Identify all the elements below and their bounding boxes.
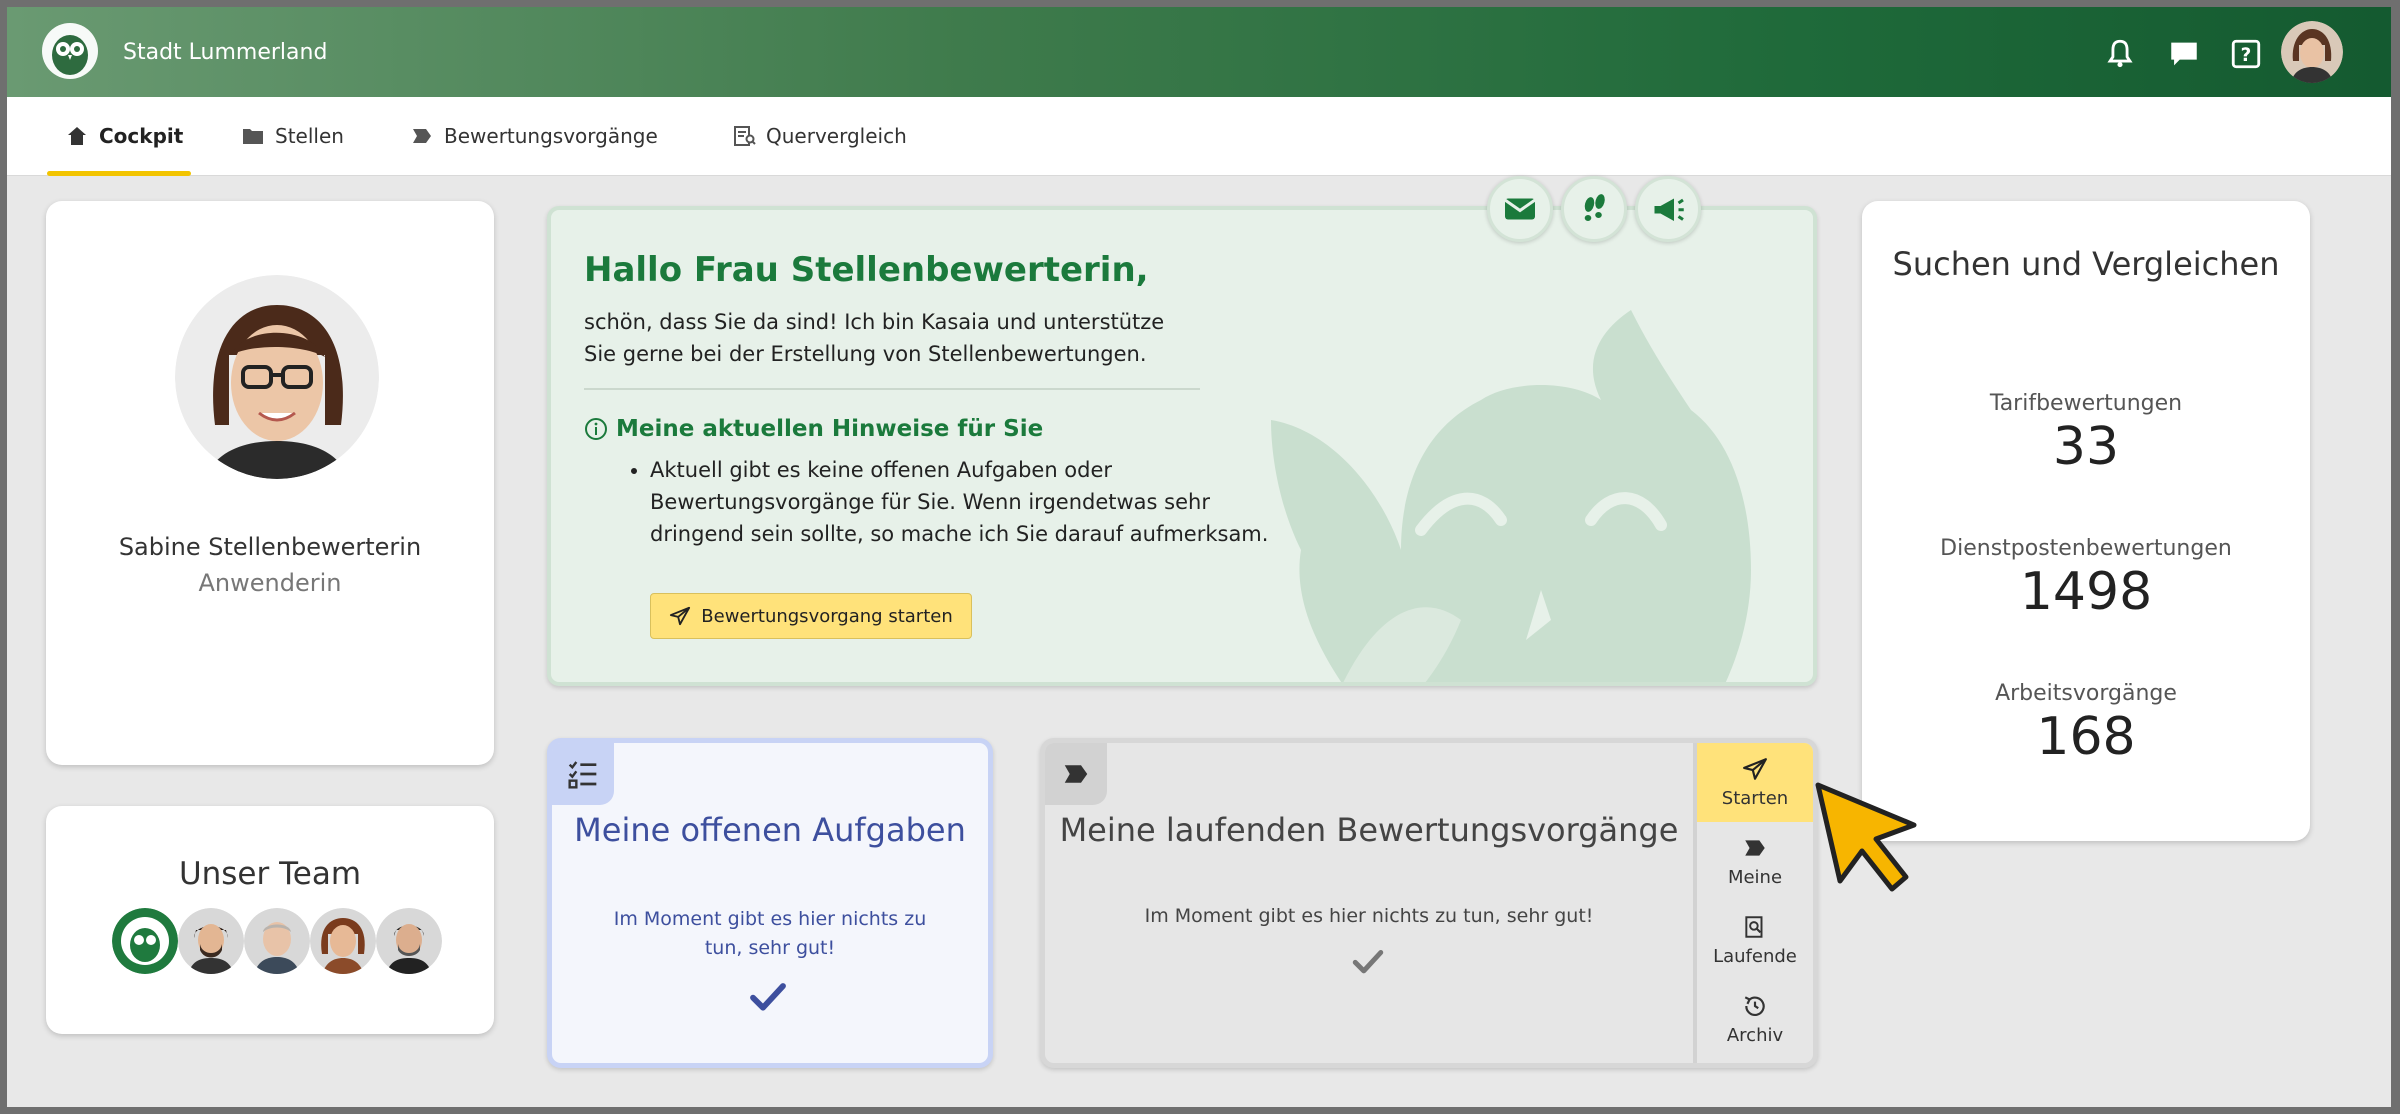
process-icon (413, 129, 431, 143)
info-icon (585, 418, 607, 440)
team-member-avatar[interactable] (178, 908, 244, 974)
team-member-avatar[interactable] (376, 908, 442, 974)
search-doc-icon (1745, 916, 1763, 938)
running-title: Meine laufenden Bewertungsvorgänge (1059, 811, 1679, 849)
start-process-label: Bewertungsvorgang starten (701, 605, 953, 627)
running-icon-box (1045, 743, 1107, 805)
home-icon (68, 127, 86, 145)
stat-label-arbeitsvorgaenge: Arbeitsvorgänge (1995, 681, 2177, 706)
tasks-icon-box (552, 743, 614, 805)
tasks-title: Meine offenen Aufgaben (574, 811, 966, 849)
side-item-archiv[interactable]: Archiv (1697, 980, 1813, 1059)
team-member-avatar[interactable] (244, 908, 310, 974)
side-item-meine[interactable]: Meine (1697, 822, 1813, 901)
running-text: Im Moment gibt es hier nichts zu tun, se… (1144, 905, 1594, 927)
send-icon (670, 606, 691, 626)
hint-item: Aktuell gibt es keine offenen Aufgaben o… (650, 454, 1290, 550)
user-avatar[interactable] (2281, 21, 2343, 83)
stat-label-tarifbewertungen: Tarifbewertungen (1989, 391, 2183, 416)
side-item-starten[interactable]: Starten (1697, 743, 1813, 822)
tab-stellen-label: Stellen (275, 124, 344, 148)
process-icon (1745, 840, 1765, 856)
tab-quervergleich[interactable]: Quervergleich (732, 97, 907, 175)
profile-card: Sabine Stellenbewerterin Anwenderin (46, 201, 494, 765)
hint-list: Aktuell gibt es keine offenen Aufgaben o… (584, 454, 1290, 550)
side-item-meine-label: Meine (1727, 867, 1783, 888)
compare-icon (734, 126, 756, 146)
help-icon[interactable]: ? (2229, 37, 2263, 71)
chat-icon[interactable] (2167, 37, 2201, 71)
checklist-icon (568, 761, 597, 789)
team-title: Unser Team (178, 856, 362, 892)
welcome-card: Hallo Frau Stellenbewerterin, schön, das… (547, 206, 1817, 686)
megaphone-icon (1654, 198, 1684, 221)
open-tasks-card[interactable]: Meine offenen Aufgaben Im Moment gibt es… (547, 738, 993, 1068)
running-side-menu: Starten Meine Laufende Archiv (1693, 743, 1813, 1063)
stat-label-dienstposten: Dienstpostenbewertungen (1940, 536, 2232, 561)
hint-title: Meine aktuellen Hinweise für Sie (584, 416, 1043, 442)
footsteps-button[interactable] (1561, 176, 1627, 242)
app-window: Stadt Lummerland ? Cockpit Stellen Bewer… (7, 7, 2391, 1107)
megaphone-button[interactable] (1635, 176, 1701, 242)
stat-value-arbeitsvorgaenge: 168 (2036, 707, 2136, 767)
active-tab-indicator (47, 171, 191, 176)
side-item-laufende[interactable]: Laufende (1697, 901, 1813, 980)
mail-button[interactable] (1487, 176, 1553, 242)
tab-stellen[interactable]: Stellen (241, 97, 344, 175)
welcome-title: Hallo Frau Stellenbewerterin, (584, 250, 1149, 290)
search-compare-card[interactable]: Suchen und Vergleichen Tarifbewertungen … (1862, 201, 2310, 841)
bell-icon[interactable] (2103, 37, 2137, 71)
folder-icon (243, 129, 263, 144)
history-icon (1744, 996, 1765, 1017)
search-title: Suchen und Vergleichen (1892, 245, 2280, 283)
tab-quervergleich-label: Quervergleich (766, 124, 907, 148)
top-bar: Stadt Lummerland ? (7, 7, 2391, 97)
app-title: Stadt Lummerland (123, 40, 328, 65)
stat-value-tarifbewertungen: 33 (2052, 417, 2120, 477)
divider (584, 388, 1200, 390)
start-process-button[interactable]: Bewertungsvorgang starten (650, 593, 972, 639)
tab-bewertungsvorgaenge-label: Bewertungsvorgänge (444, 124, 658, 148)
tab-bewertungsvorgaenge[interactable]: Bewertungsvorgänge (410, 97, 658, 175)
main-nav: Cockpit Stellen Bewertungsvorgänge Querv… (7, 97, 2391, 176)
footsteps-icon (1584, 194, 1605, 221)
mail-icon (1504, 198, 1536, 220)
tasks-text: Im Moment gibt es hier nichts zu tun, se… (613, 908, 927, 959)
team-owl-avatar[interactable] (112, 908, 178, 974)
running-processes-card[interactable]: Meine laufenden Bewertungsvorgänge Im Mo… (1040, 738, 1818, 1068)
welcome-text: schön, dass Sie da sind! Ich bin Kasaia … (584, 310, 1165, 366)
mouse-pointer-icon (1815, 782, 1917, 892)
stat-value-dienstposten: 1498 (2019, 562, 2153, 622)
owl-logo-icon[interactable] (40, 21, 100, 81)
hint-title-label: Meine aktuellen Hinweise für Sie (616, 416, 1044, 442)
owl-illustration (1271, 310, 1751, 682)
process-icon (1064, 765, 1088, 783)
send-icon (1743, 758, 1767, 780)
team-card: Unser Team (46, 806, 494, 1034)
tab-cockpit-label: Cockpit (99, 124, 184, 148)
check-icon (750, 983, 786, 1011)
tab-cockpit[interactable]: Cockpit (65, 97, 183, 175)
side-item-starten-label: Starten (1721, 788, 1789, 809)
team-member-avatar[interactable] (310, 908, 376, 974)
profile-name: Sabine Stellenbewerterin (118, 533, 422, 561)
side-item-laufende-label: Laufende (1713, 946, 1797, 967)
svg-text:?: ? (2241, 45, 2252, 66)
side-item-archiv-label: Archiv (1726, 1025, 1784, 1046)
check-icon (1352, 950, 1384, 974)
profile-photo (175, 275, 379, 479)
profile-role: Anwenderin (198, 569, 342, 597)
